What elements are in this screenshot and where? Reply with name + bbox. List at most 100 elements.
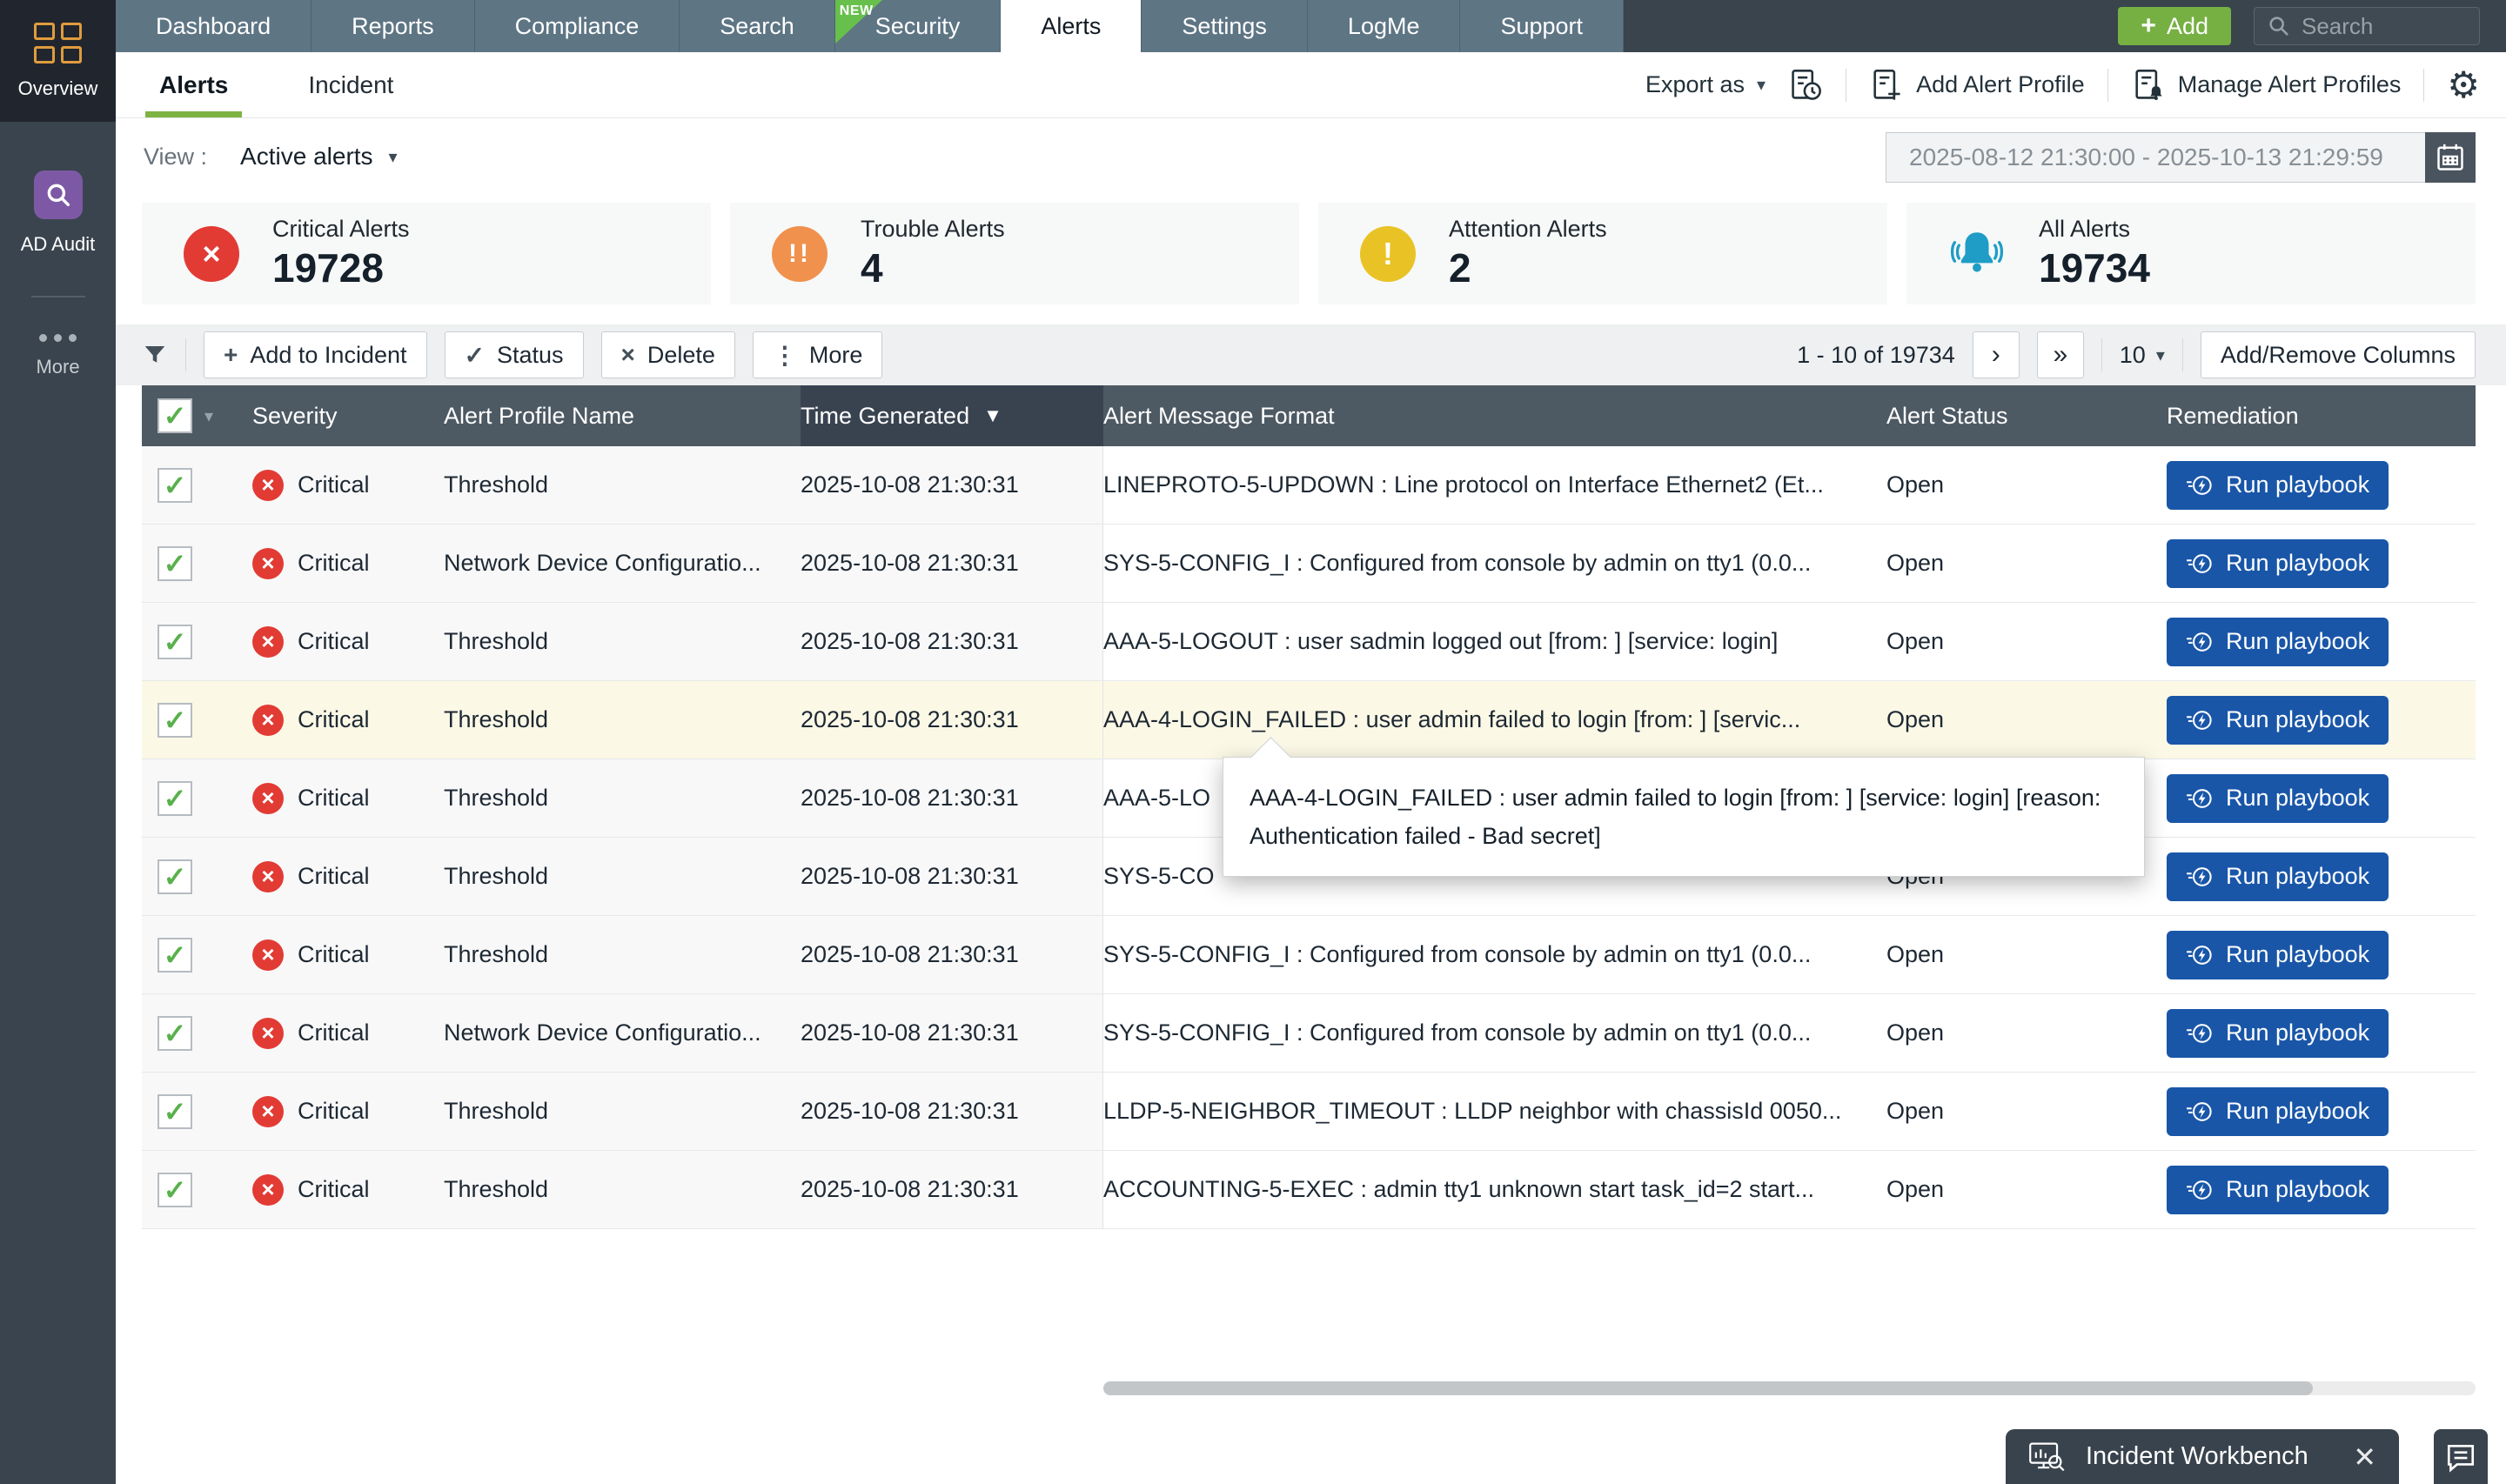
export-as-dropdown[interactable]: Export as▾ (1645, 71, 1766, 98)
row-checkbox[interactable]: ✓ (157, 546, 192, 581)
alert-message-cell[interactable]: AAA-4-LOGIN_FAILED : user admin failed t… (1103, 681, 1886, 759)
row-checkbox[interactable]: ✓ (157, 703, 192, 738)
column-header-time-generated[interactable]: Time Generated ▼ (801, 385, 1103, 446)
run-playbook-button[interactable]: Run playbook (2167, 461, 2389, 510)
column-header-alert-message-format[interactable]: Alert Message Format (1103, 385, 1886, 446)
add-to-incident-button[interactable]: + Add to Incident (204, 331, 427, 378)
row-checkbox-cell: ✓ (142, 1073, 252, 1150)
workbench-icon (2028, 1441, 2067, 1474)
calendar-button[interactable] (2425, 132, 2476, 183)
table-row[interactable]: ✓ × Critical Threshold 2025-10-08 21:30:… (142, 1151, 2476, 1229)
row-checkbox[interactable]: ✓ (157, 625, 192, 659)
row-checkbox[interactable]: ✓ (157, 1173, 192, 1207)
status-button[interactable]: ✓ Status (445, 331, 584, 378)
nav-tab-compliance[interactable]: Compliance (475, 0, 680, 52)
table-row[interactable]: ✓ × Critical Network Device Configuratio… (142, 525, 2476, 603)
row-checkbox[interactable]: ✓ (157, 938, 192, 973)
row-checkbox[interactable]: ✓ (157, 781, 192, 816)
tab-alerts[interactable]: Alerts (159, 52, 228, 117)
nav-tab-support[interactable]: Support (1460, 0, 1624, 52)
card-trouble-alerts[interactable]: !! Trouble Alerts 4 (730, 203, 1299, 304)
date-range-input[interactable] (1886, 132, 2425, 183)
alert-message-cell[interactable]: SYS-5-CONFIG_I : Configured from console… (1103, 994, 1886, 1072)
gear-icon[interactable]: ⚙ (2447, 67, 2480, 104)
table-row[interactable]: ✓ × Critical Network Device Configuratio… (142, 994, 2476, 1073)
severity-label: Critical (298, 550, 370, 577)
search-input[interactable] (2302, 13, 2467, 40)
row-checkbox[interactable]: ✓ (157, 1094, 192, 1129)
column-header-remediation[interactable]: Remediation (2167, 385, 2476, 446)
add-alert-profile-button[interactable]: Add Alert Profile (1869, 68, 2085, 103)
row-checkbox[interactable]: ✓ (157, 859, 192, 894)
run-playbook-button[interactable]: Run playbook (2167, 618, 2389, 666)
nav-tab-search[interactable]: Search (680, 0, 835, 52)
horizontal-scrollbar-track[interactable] (1103, 1381, 2476, 1395)
run-playbook-button[interactable]: Run playbook (2167, 539, 2389, 588)
run-playbook-button[interactable]: Run playbook (2167, 1166, 2389, 1214)
nav-tab-dashboard[interactable]: Dashboard (116, 0, 312, 52)
new-ribbon-label: NEW (840, 3, 874, 19)
table-row[interactable]: ✓ × Critical Threshold 2025-10-08 21:30:… (142, 446, 2476, 525)
alert-message-cell[interactable]: AAA-5-LOGOUT : user sadmin logged out [f… (1103, 603, 1886, 680)
next-page-button[interactable]: › (1973, 331, 2020, 378)
run-playbook-button[interactable]: Run playbook (2167, 1009, 2389, 1058)
alert-message-cell[interactable]: SYS-5-CONFIG_I : Configured from console… (1103, 525, 1886, 602)
sidebar-item-overview[interactable]: Overview (0, 0, 116, 122)
table-row[interactable]: ✓ × Critical Threshold 2025-10-08 21:30:… (142, 681, 2476, 759)
run-playbook-button[interactable]: Run playbook (2167, 1087, 2389, 1136)
schedule-report-icon[interactable] (1788, 68, 1823, 103)
add-remove-columns-button[interactable]: Add/Remove Columns (2201, 331, 2476, 378)
nav-tab-security[interactable]: NEW Security (835, 0, 1002, 52)
view-dropdown[interactable]: Active alerts ▾ (240, 143, 398, 170)
column-header-severity[interactable]: Severity (252, 385, 444, 446)
add-button[interactable]: + Add (2118, 7, 2231, 45)
alert-message-cell[interactable]: SYS-5-CONFIG_I : Configured from console… (1103, 916, 1886, 993)
row-checkbox[interactable]: ✓ (157, 1016, 192, 1051)
time-generated: 2025-10-08 21:30:31 (801, 1019, 1019, 1046)
alert-message-cell[interactable]: LLDP-5-NEIGHBOR_TIMEOUT : LLDP neighbor … (1103, 1073, 1886, 1150)
run-playbook-button[interactable]: Run playbook (2167, 931, 2389, 979)
manage-alert-profiles-button[interactable]: Manage Alert Profiles (2131, 68, 2402, 103)
table-row[interactable]: ✓ × Critical Threshold 2025-10-08 21:30:… (142, 916, 2476, 994)
close-icon[interactable]: ✕ (2353, 1443, 2376, 1471)
run-playbook-button[interactable]: Run playbook (2167, 696, 2389, 745)
remediation-cell: Run playbook (2167, 603, 2476, 680)
alert-message: SYS-5-CONFIG_I : Configured from console… (1103, 941, 1811, 968)
more-button[interactable]: ⋮ More (753, 331, 883, 378)
alert-message: AAA-5-LOGOUT : user sadmin logged out [f… (1103, 628, 1778, 655)
severity-cell: × Critical (252, 681, 444, 759)
nav-tab-reports[interactable]: Reports (312, 0, 475, 52)
nav-tab-settings[interactable]: Settings (1142, 0, 1308, 52)
nav-tab-logme[interactable]: LogMe (1308, 0, 1461, 52)
alert-message-cell[interactable]: ACCOUNTING-5-EXEC : admin tty1 unknown s… (1103, 1151, 1886, 1228)
nav-tab-alerts[interactable]: Alerts (1001, 0, 1142, 52)
filter-funnel-icon[interactable] (142, 342, 168, 368)
run-playbook-label: Run playbook (2226, 550, 2369, 577)
incident-workbench-bar[interactable]: Incident Workbench ✕ (2006, 1429, 2399, 1484)
row-checkbox-cell: ✓ (142, 994, 252, 1072)
checkbox-dropdown-icon[interactable]: ▾ (204, 405, 213, 427)
table-row[interactable]: ✓ × Critical Threshold 2025-10-08 21:30:… (142, 1073, 2476, 1151)
card-all-alerts[interactable]: All Alerts 19734 (1906, 203, 2476, 304)
page-size-dropdown[interactable]: 10 ▾ (2120, 342, 2165, 369)
alert-message-cell[interactable]: LINEPROTO-5-UPDOWN : Line protocol on In… (1103, 446, 1886, 524)
tab-incident[interactable]: Incident (308, 52, 393, 117)
row-checkbox[interactable]: ✓ (157, 468, 192, 503)
column-header-alert-status[interactable]: Alert Status (1886, 385, 2167, 446)
chat-button[interactable] (2434, 1429, 2488, 1484)
last-page-button[interactable]: » (2037, 331, 2084, 378)
run-playbook-button[interactable]: Run playbook (2167, 774, 2389, 823)
global-search-box[interactable] (2254, 7, 2480, 45)
view-label: View : (144, 144, 207, 170)
sidebar-item-ad-audit[interactable]: AD Audit (0, 170, 116, 256)
card-attention-alerts[interactable]: ! Attention Alerts 2 (1318, 203, 1887, 304)
card-critical-alerts[interactable]: × Critical Alerts 19728 (142, 203, 711, 304)
table-row[interactable]: ✓ × Critical Threshold 2025-10-08 21:30:… (142, 603, 2476, 681)
column-header-alert-profile-name[interactable]: Alert Profile Name (444, 385, 801, 446)
run-playbook-button[interactable]: Run playbook (2167, 852, 2389, 901)
delete-button[interactable]: × Delete (601, 331, 735, 378)
select-all-checkbox[interactable]: ✓ (157, 398, 192, 433)
sidebar-item-more[interactable]: More (0, 334, 116, 378)
sidebar-more-label: More (36, 356, 79, 378)
horizontal-scrollbar-thumb[interactable] (1103, 1381, 2313, 1395)
